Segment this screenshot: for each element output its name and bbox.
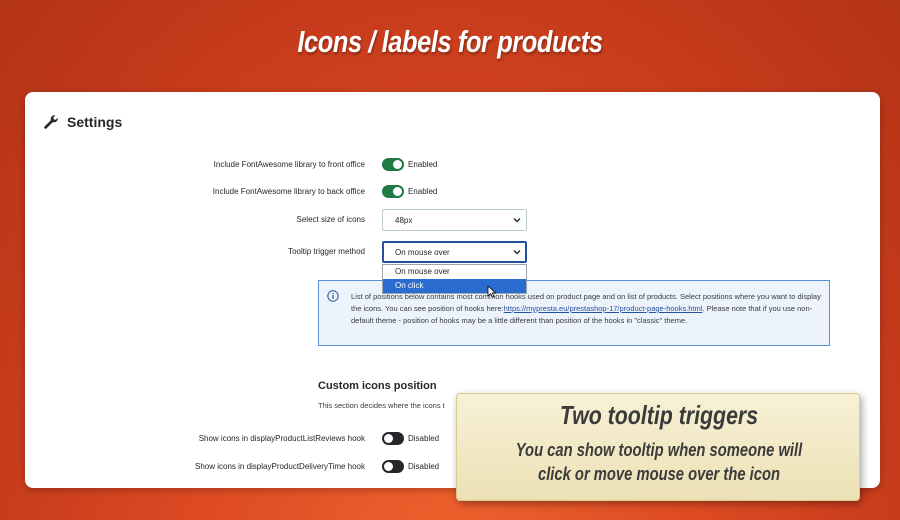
chevron-down-icon bbox=[513, 250, 521, 255]
toggle-knob bbox=[384, 434, 393, 443]
setting-label: Include FontAwesome library to back offi… bbox=[212, 187, 365, 196]
toggle-knob bbox=[393, 187, 402, 196]
info-icon bbox=[327, 290, 339, 302]
toggle-knob bbox=[384, 462, 393, 471]
setting-row-fa-front: Include FontAwesome library to front off… bbox=[25, 156, 880, 178]
section-title: Custom icons position bbox=[318, 380, 437, 392]
toggle-knob bbox=[393, 160, 402, 169]
panel-title: Settings bbox=[67, 114, 123, 130]
option-on-click[interactable]: On click bbox=[383, 279, 526, 293]
icon-size-select[interactable]: 48px bbox=[382, 209, 527, 231]
callout-text: You can show tooltip when someone will c… bbox=[515, 440, 803, 484]
callout-title: Two tooltip triggers bbox=[559, 400, 759, 430]
setting-label: Show icons in displayProductListReviews … bbox=[198, 434, 365, 443]
section-description: This section decides where the icons t bbox=[318, 401, 445, 410]
toggle-state: Enabled bbox=[408, 187, 438, 196]
select-value: 48px bbox=[395, 216, 413, 225]
toggle-state: Enabled bbox=[408, 160, 438, 169]
hook-list-reviews-toggle[interactable] bbox=[382, 432, 404, 445]
mouse-cursor-icon bbox=[487, 285, 497, 298]
feature-callout: Two tooltip triggers You can show toolti… bbox=[456, 393, 860, 501]
toggle-state: Disabled bbox=[408, 462, 440, 471]
info-text: List of positions below contains most co… bbox=[351, 291, 821, 327]
tooltip-trigger-select[interactable]: On mouse over bbox=[382, 241, 527, 263]
fa-back-toggle[interactable] bbox=[382, 185, 404, 198]
setting-row-fa-back: Include FontAwesome library to back offi… bbox=[25, 183, 880, 205]
option-on-mouse-over[interactable]: On mouse over bbox=[383, 265, 526, 279]
setting-label: Select size of icons bbox=[296, 215, 365, 224]
setting-label: Show icons in displayProductDeliveryTime… bbox=[195, 462, 365, 471]
chevron-down-icon bbox=[513, 218, 521, 223]
fa-front-toggle[interactable] bbox=[382, 158, 404, 171]
banner-title: Icons / labels for products bbox=[297, 24, 603, 59]
setting-label: Tooltip trigger method bbox=[288, 247, 365, 256]
tooltip-trigger-options: On mouse over On click bbox=[382, 264, 527, 294]
hooks-link[interactable]: https://mypresta.eu/prestashop-17/produc… bbox=[504, 304, 703, 313]
setting-label: Include FontAwesome library to front off… bbox=[213, 160, 365, 169]
hook-delivery-time-toggle[interactable] bbox=[382, 460, 404, 473]
panel-header: Settings bbox=[43, 114, 122, 130]
wrench-icon bbox=[44, 115, 58, 129]
toggle-state: Disabled bbox=[408, 434, 440, 443]
select-value: On mouse over bbox=[395, 248, 450, 257]
